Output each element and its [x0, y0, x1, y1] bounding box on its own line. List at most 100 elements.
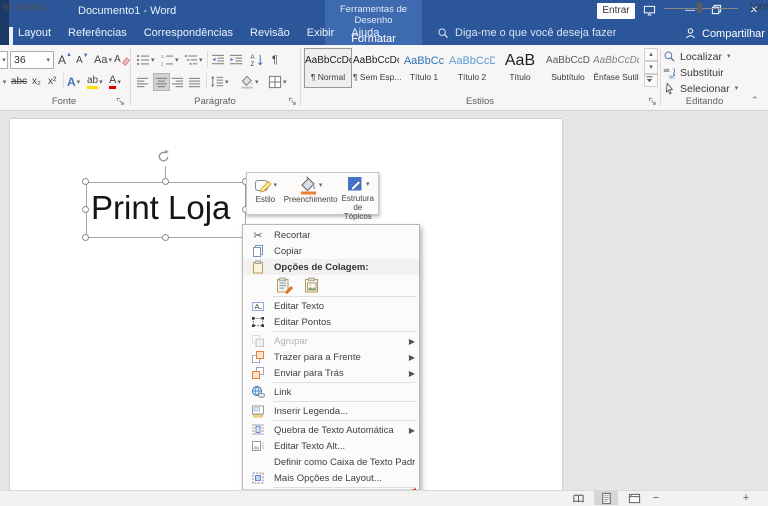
textbox-handle-bottom-middle[interactable] — [162, 234, 169, 241]
textbox-handle-top-left[interactable] — [82, 178, 89, 185]
styles-scroll-down-button[interactable]: ▾ — [644, 61, 658, 74]
multilevel-list-button[interactable]: ▾ — [184, 51, 203, 69]
editing-group-label: Editando — [662, 96, 747, 107]
shading-button[interactable]: ▾ — [240, 73, 259, 91]
font-size-combo[interactable]: 36▾ — [10, 51, 54, 69]
menu-item-editar-texto-alt[interactable]: Editar Texto Alt... — [243, 438, 419, 454]
style-card-titulo-1[interactable]: AaBbCcTítulo 1 — [400, 48, 448, 88]
style-card-sem-esp[interactable]: AaBbCcDc¶ Sem Esp... — [352, 48, 400, 88]
styles-dialog-launcher-icon[interactable] — [648, 97, 657, 106]
font-name-combo-cutoff[interactable]: ▾ — [0, 51, 8, 69]
web-layout-button[interactable] — [622, 491, 646, 505]
menu-item-definir-como-caixa-de-texto-padrao[interactable]: Definir como Caixa de Texto Padrão — [243, 454, 419, 470]
decrease-indent-button[interactable] — [211, 51, 225, 69]
tab-exibir[interactable]: Exibir — [307, 27, 335, 39]
zoom-level[interactable]: 100% — [749, 2, 768, 13]
menu-separator — [273, 401, 417, 402]
link-icon — [248, 385, 268, 400]
tell-me-search[interactable]: Diga-me o que você deseja fazer — [437, 27, 616, 39]
menu-item-label: Editar Pontos — [274, 317, 415, 328]
localizar-button[interactable]: Localizar▾ — [663, 49, 731, 64]
paste-keep-source-icon — [276, 277, 293, 294]
increase-indent-button[interactable] — [229, 51, 243, 69]
style-card-normal[interactable]: AaBbCcDc¶ Normal — [304, 48, 352, 88]
tab-correspondencias[interactable]: Correspondências — [144, 27, 233, 39]
text-box-text[interactable]: Print Loja — [91, 189, 230, 227]
styles-gallery-more-button[interactable] — [644, 74, 658, 87]
textbox-handle-top-middle[interactable] — [162, 178, 169, 185]
tab-referencias[interactable]: Referências — [68, 27, 127, 39]
substituir-button[interactable]: abacSubstituir — [663, 65, 724, 80]
menu-item-link[interactable]: Link — [243, 384, 419, 400]
estrutura-de-topicos-button[interactable]: ▾Estrutura de Tópicos — [340, 174, 376, 213]
paragraph-dialog-launcher-icon[interactable] — [288, 97, 297, 106]
zoom-in-button[interactable]: + — [740, 491, 752, 505]
paste-keep-source-formatting-button[interactable] — [274, 276, 294, 295]
style-card-subtitulo[interactable]: AaBbCcDSubtítulo — [544, 48, 592, 88]
style-card-titulo[interactable]: AaBTítulo — [496, 48, 544, 88]
style-card-enfase-sutil[interactable]: AaBbCcDcÊnfase Sutil — [592, 48, 640, 88]
print-layout-button[interactable] — [594, 491, 618, 505]
styles-group-label: Estilos — [300, 96, 660, 107]
menu-item-quebra-de-texto-automatica[interactable]: Quebra de Texto Automática▶ — [243, 422, 419, 438]
estilo-button[interactable]: ▾Estilo — [249, 174, 282, 213]
style-card-titulo-2[interactable]: AaBbCcDTítulo 2 — [448, 48, 496, 88]
find-icon — [663, 50, 676, 63]
subscript-button[interactable]: x₂ — [32, 73, 41, 91]
restore-icon[interactable] — [711, 4, 733, 18]
menu-item-copiar[interactable]: Copiar — [243, 243, 419, 259]
menu-item-editar-pontos[interactable]: Editar Pontos — [243, 314, 419, 330]
align-right-button[interactable] — [171, 73, 184, 91]
underline-combo-cutoff[interactable]: ▾ — [0, 73, 8, 91]
show-marks-button[interactable]: ¶ — [272, 51, 278, 69]
menu-item-recortar[interactable]: ✂Recortar — [243, 227, 419, 243]
collapse-ribbon-icon[interactable]: ⌃ — [751, 95, 759, 106]
ribbon-display-options-icon[interactable] — [643, 4, 665, 18]
font-color-button[interactable]: A▾ — [109, 73, 121, 91]
change-case-button[interactable]: Aa▾ — [94, 51, 112, 69]
zoom-slider-thumb[interactable] — [697, 3, 702, 13]
menu-item-editar-texto[interactable]: AEditar Texto — [243, 298, 419, 314]
tab-revisao[interactable]: Revisão — [250, 27, 290, 39]
align-center-button[interactable] — [153, 73, 170, 91]
rotate-handle-icon[interactable] — [156, 149, 171, 164]
textbox-handle-middle-left[interactable] — [82, 206, 89, 213]
shrink-font-button[interactable]: A▼ — [76, 51, 89, 69]
justify-button[interactable] — [188, 73, 201, 91]
text-effects-button[interactable]: A▾ — [67, 73, 80, 91]
share-button[interactable]: Compartilhar — [684, 27, 765, 40]
grow-font-button[interactable]: A▲ — [58, 51, 72, 69]
read-mode-button[interactable] — [566, 491, 590, 505]
strikethrough-button[interactable]: abc — [11, 73, 27, 91]
menu-item-enviar-para-tras[interactable]: Enviar para Trás▶ — [243, 365, 419, 381]
sort-button[interactable]: AZ — [250, 51, 264, 69]
menu-item-inserir-legenda[interactable]: Inserir Legenda... — [243, 403, 419, 419]
bullets-button[interactable]: ▾ — [136, 51, 155, 69]
svg-text:ab: ab — [663, 68, 669, 74]
font-dialog-launcher-icon[interactable] — [116, 97, 125, 106]
tab-ajuda[interactable]: Ajuda — [351, 27, 379, 39]
sign-in-button[interactable]: Entrar — [597, 3, 635, 19]
tab-layout[interactable]: Layout — [18, 27, 51, 39]
menu-item-mais-opcoes-de-layout[interactable]: Mais Opções de Layout... — [243, 470, 419, 486]
language-status[interactable]: ês (Brasil) — [3, 2, 46, 13]
menu-item-label: Mais Opções de Layout... — [274, 473, 415, 484]
paste-as-picture-button[interactable] — [302, 276, 322, 295]
svg-text:2.: 2. — [161, 62, 165, 67]
menu-item-label: Copiar — [274, 246, 415, 257]
align-left-button[interactable] — [136, 73, 149, 91]
clear-formatting-button[interactable]: A — [114, 50, 130, 68]
superscript-button[interactable]: x² — [48, 73, 56, 91]
numbering-button[interactable]: 1.2.▾ — [160, 51, 179, 69]
text-highlight-button[interactable]: ab▾ — [87, 73, 103, 91]
fill-mini-icon — [299, 176, 318, 195]
style-preview: AaBbCcDc — [305, 54, 351, 68]
textbox-handle-bottom-left[interactable] — [82, 234, 89, 241]
selecionar-button[interactable]: Selecionar▾ — [663, 81, 738, 96]
borders-button[interactable]: ▾ — [268, 73, 287, 91]
line-spacing-button[interactable]: ▾ — [210, 73, 229, 91]
menu-item-trazer-para-a-frente[interactable]: Trazer para a Frente▶ — [243, 349, 419, 365]
preenchimento-button[interactable]: ▾Preenchimento — [282, 174, 340, 213]
zoom-out-button[interactable]: − — [650, 491, 662, 505]
styles-scroll-up-button[interactable]: ▴ — [644, 48, 658, 61]
